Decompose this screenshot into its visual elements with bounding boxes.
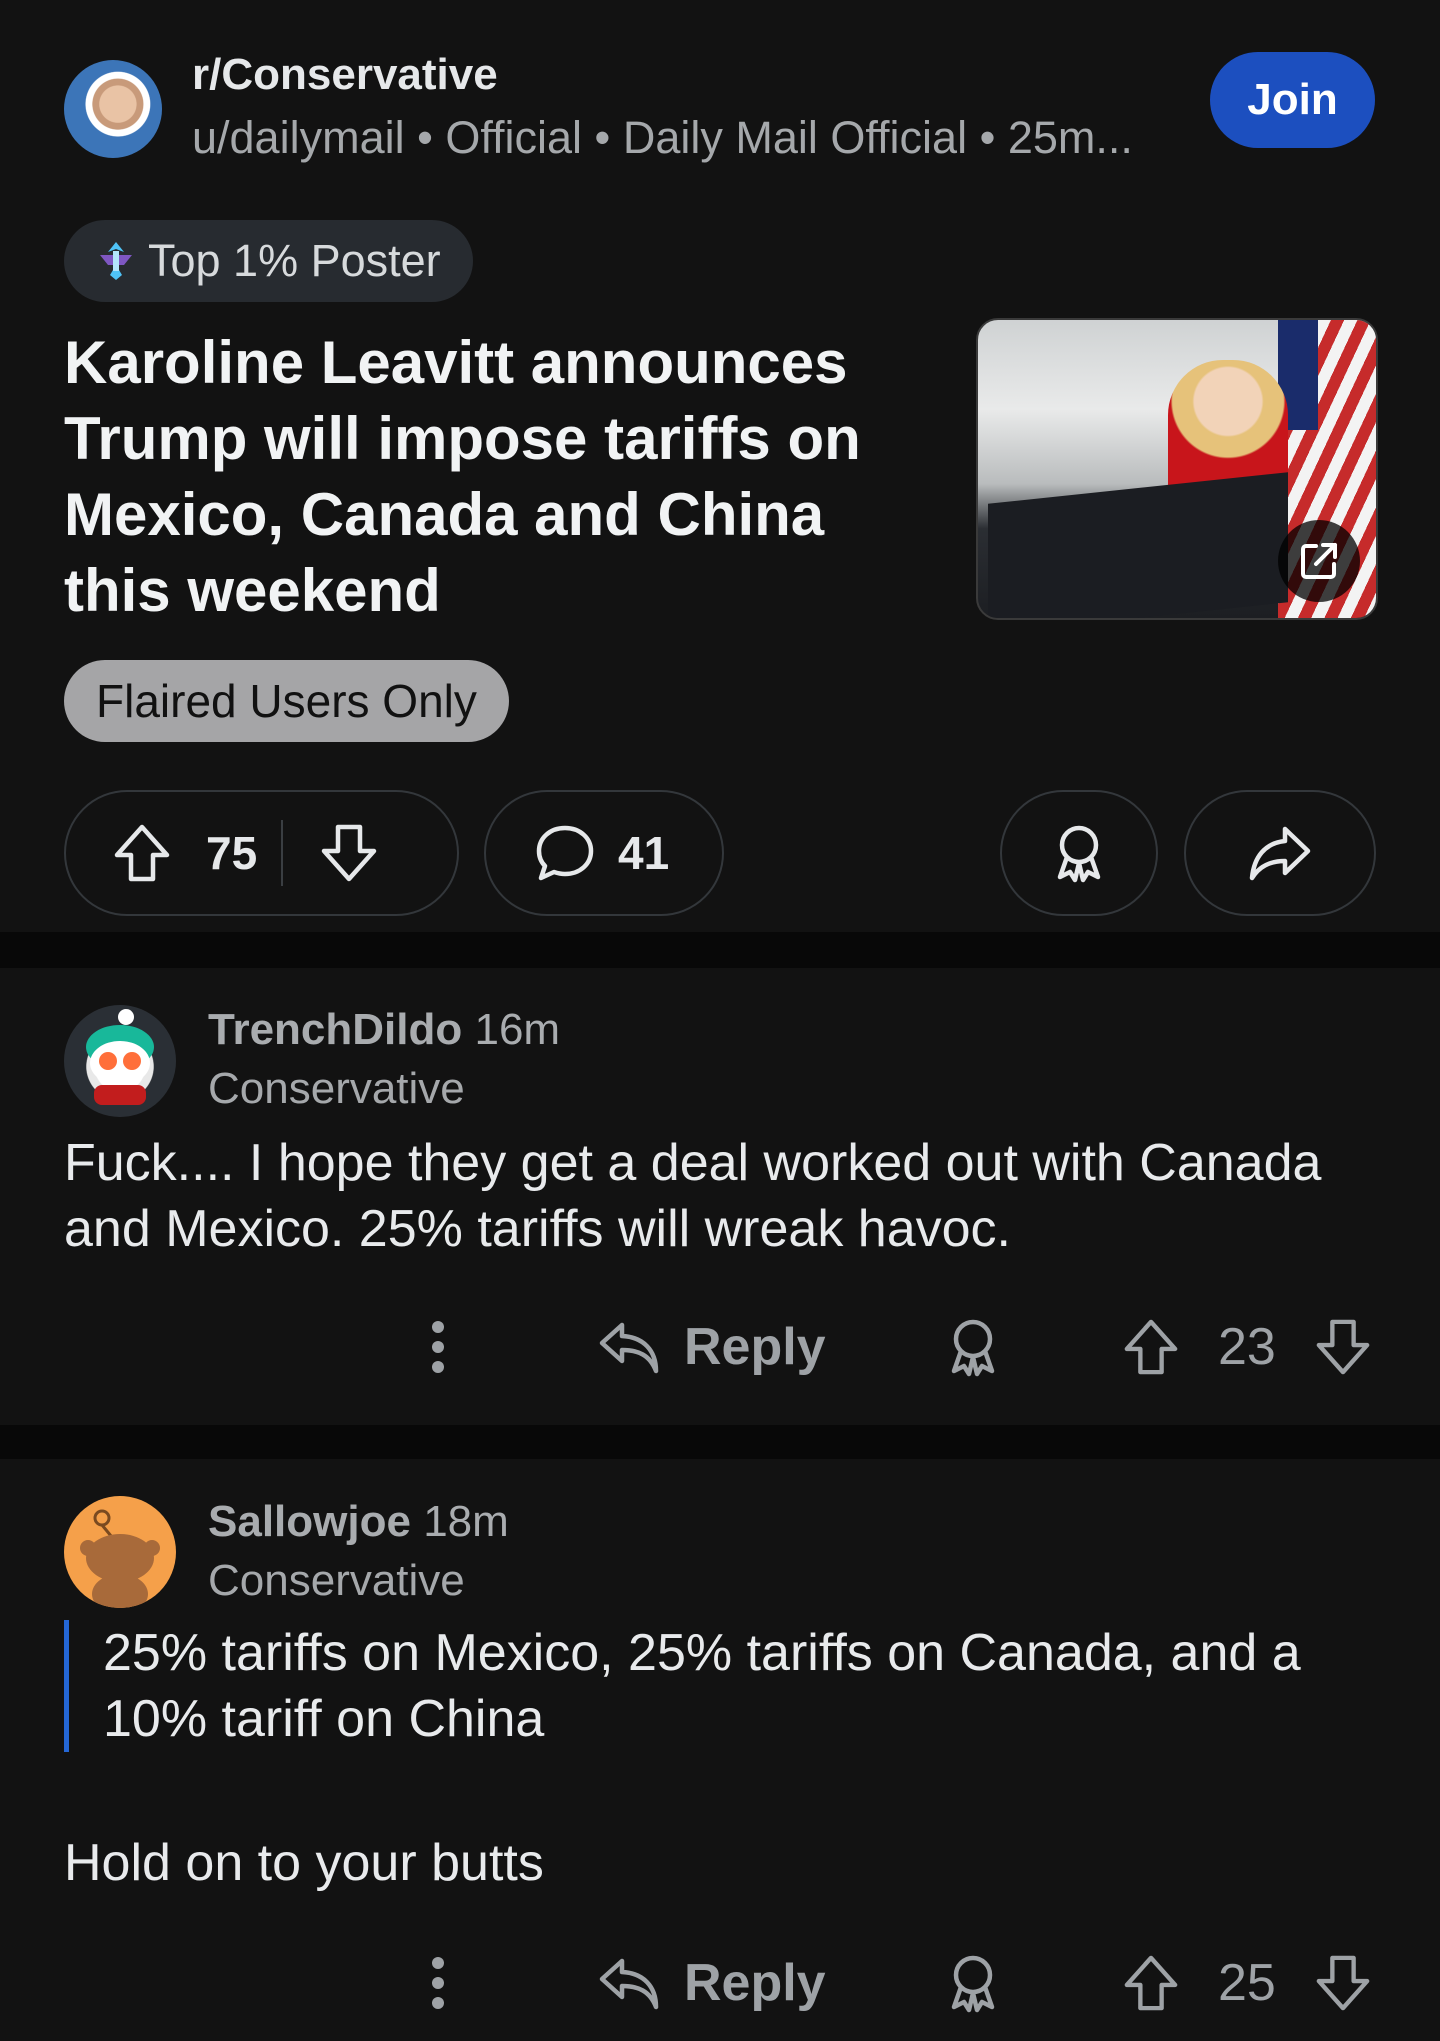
comment-avatar[interactable] — [64, 1005, 176, 1117]
top-poster-icon — [94, 239, 138, 283]
comment-header: Sallowjoe 18m — [208, 1497, 509, 1547]
reply-icon — [598, 1955, 660, 2011]
comment-count: 41 — [618, 827, 670, 879]
downvote-icon[interactable] — [319, 822, 379, 884]
comment-time: 18m — [423, 1497, 509, 1546]
award-icon[interactable] — [944, 1952, 1002, 2014]
comments-button[interactable]: 41 — [484, 790, 724, 916]
post-score: 75 — [206, 827, 258, 879]
comment-quote: 25% tariffs on Mexico, 25% tariffs on Ca… — [64, 1620, 1393, 1752]
comment-time: 16m — [474, 1005, 561, 1054]
comment-actions: Reply 25 — [410, 1938, 1384, 2028]
comment-username[interactable]: TrenchDildo — [208, 1005, 462, 1054]
post-title[interactable]: Karoline Leavitt announces Trump will im… — [64, 325, 944, 629]
comment-actions: Reply 23 — [410, 1302, 1384, 1392]
upvote-icon[interactable] — [112, 822, 172, 884]
post-card: r/Conservative u/dailymail • Official • … — [0, 0, 1440, 932]
upvote-icon[interactable] — [1122, 1317, 1180, 1377]
top-poster-badge: Top 1% Poster — [64, 220, 473, 302]
reply-label: Reply — [684, 1954, 826, 2012]
external-link-icon[interactable] — [1278, 520, 1360, 602]
comment-score: 25 — [1218, 1954, 1276, 2012]
upvote-icon[interactable] — [1122, 1953, 1180, 2013]
more-options-icon[interactable] — [430, 1319, 446, 1375]
reply-button[interactable]: Reply — [598, 1317, 826, 1377]
post-thumbnail[interactable] — [976, 318, 1378, 620]
top-poster-label: Top 1% Poster — [148, 235, 441, 286]
comment-user-flair: Conservative — [208, 1556, 465, 1605]
vote-bar: 75 — [64, 790, 459, 916]
section-divider — [0, 1425, 1440, 1459]
comment-body: Fuck.... I hope they get a deal worked o… — [64, 1134, 1322, 1258]
section-divider — [0, 932, 1440, 968]
share-icon — [1247, 823, 1313, 883]
comment-avatar[interactable] — [64, 1496, 176, 1608]
comment-score: 23 — [1218, 1318, 1276, 1376]
comment-icon — [534, 823, 596, 883]
award-icon[interactable] — [944, 1316, 1002, 1378]
award-icon — [1050, 822, 1108, 884]
post-flair[interactable]: Flaired Users Only — [64, 660, 509, 742]
reply-button[interactable]: Reply — [598, 1953, 826, 2013]
join-button[interactable]: Join — [1210, 52, 1375, 148]
post-meta: u/dailymail • Official • Daily Mail Offi… — [192, 112, 1133, 163]
avatar-snoo-icon — [80, 1509, 160, 1608]
award-button[interactable] — [1000, 790, 1158, 916]
comment-user-flair: Conservative — [208, 1064, 465, 1113]
reply-icon — [598, 1319, 660, 1375]
downvote-icon[interactable] — [1314, 1953, 1372, 2013]
comment-username[interactable]: Sallowjoe — [208, 1497, 411, 1546]
vote-divider — [281, 820, 284, 886]
subreddit-avatar[interactable] — [64, 60, 162, 158]
thumbnail-podium — [988, 472, 1288, 618]
reply-label: Reply — [684, 1318, 826, 1376]
subreddit-name[interactable]: r/Conservative — [192, 50, 498, 100]
comment-body: Hold on to your butts — [64, 1834, 544, 1892]
comment-header: TrenchDildo 16m — [208, 1005, 560, 1055]
share-button[interactable] — [1184, 790, 1376, 916]
more-options-icon[interactable] — [430, 1955, 446, 2011]
downvote-icon[interactable] — [1314, 1317, 1372, 1377]
avatar-snoo-icon — [86, 1009, 154, 1105]
